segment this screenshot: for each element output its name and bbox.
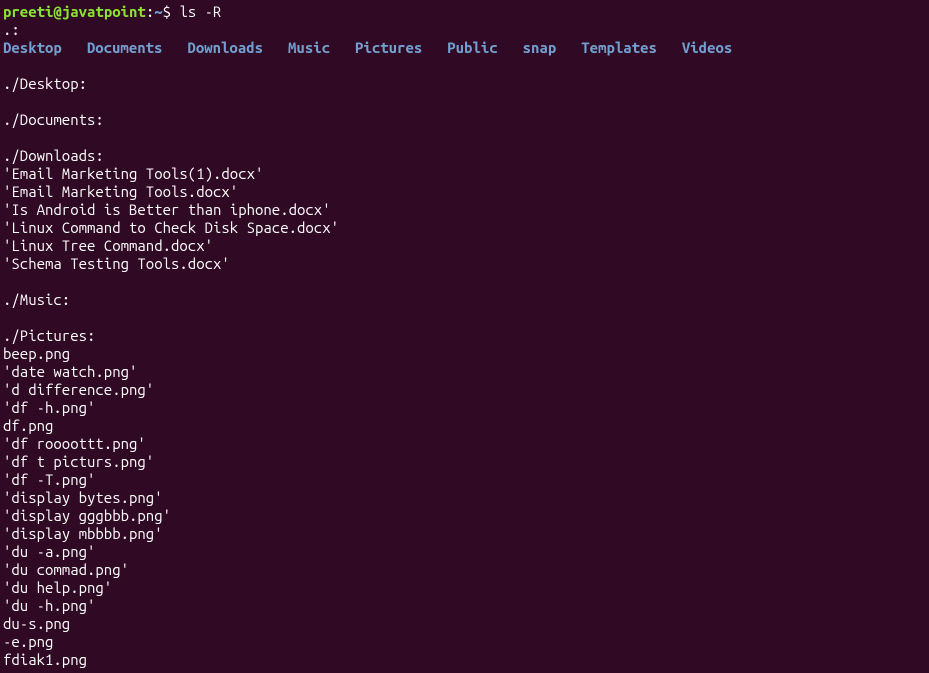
downloads-file: 'Email Marketing Tools.docx'	[3, 183, 926, 201]
prompt-path: ~	[154, 3, 162, 20]
blank-line	[3, 309, 926, 327]
dir-templates: Templates	[581, 39, 657, 56]
downloads-file: 'Email Marketing Tools(1).docx'	[3, 165, 926, 183]
terminal-output: preeti@javatpoint:~$ ls -R .: Desktop Doc…	[3, 3, 926, 669]
prompt-at: @	[53, 3, 61, 20]
downloads-file: 'Schema Testing Tools.docx'	[3, 255, 926, 273]
downloads-section-header: ./Downloads:	[3, 147, 926, 165]
pictures-file: fdiak1.png	[3, 651, 926, 669]
pictures-section-header: ./Pictures:	[3, 327, 926, 345]
pictures-file: 'df -T.png'	[3, 471, 926, 489]
downloads-file: 'Linux Command to Check Disk Space.docx'	[3, 219, 926, 237]
pictures-file: 'df -h.png'	[3, 399, 926, 417]
dir-documents: Documents	[87, 39, 163, 56]
prompt-line: preeti@javatpoint:~$ ls -R	[3, 3, 926, 21]
dir-desktop: Desktop	[3, 39, 62, 56]
documents-section-header: ./Documents:	[3, 111, 926, 129]
prompt-user: preeti	[3, 3, 53, 20]
dir-videos: Videos	[682, 39, 732, 56]
pictures-file: 'display bytes.png'	[3, 489, 926, 507]
dir-public: Public	[447, 39, 497, 56]
dir-pictures: Pictures	[355, 39, 422, 56]
pictures-file: 'du commad.png'	[3, 561, 926, 579]
root-section-header: .:	[3, 21, 926, 39]
pictures-file: 'du -h.png'	[3, 597, 926, 615]
pictures-file: du-s.png	[3, 615, 926, 633]
pictures-file: beep.png	[3, 345, 926, 363]
pictures-file: 'display mbbbb.png'	[3, 525, 926, 543]
dir-snap: snap	[523, 39, 557, 56]
blank-line	[3, 273, 926, 291]
prompt-colon: :	[146, 3, 154, 20]
pictures-file: 'df t picturs.png'	[3, 453, 926, 471]
pictures-file: 'df roooottt.png'	[3, 435, 926, 453]
dir-downloads: Downloads	[187, 39, 263, 56]
pictures-file: df.png	[3, 417, 926, 435]
blank-line	[3, 129, 926, 147]
desktop-section-header: ./Desktop:	[3, 75, 926, 93]
command-text: ls -R	[179, 3, 221, 20]
pictures-file: -e.png	[3, 633, 926, 651]
pictures-file: 'date watch.png'	[3, 363, 926, 381]
pictures-file: 'du help.png'	[3, 579, 926, 597]
blank-line	[3, 57, 926, 75]
pictures-file: 'du -a.png'	[3, 543, 926, 561]
dir-music: Music	[288, 39, 330, 56]
pictures-file: 'd difference.png'	[3, 381, 926, 399]
prompt-dollar: $	[163, 3, 171, 20]
prompt-host: javatpoint	[62, 3, 146, 20]
blank-line	[3, 93, 926, 111]
pictures-file: 'display gggbbb.png'	[3, 507, 926, 525]
music-section-header: ./Music:	[3, 291, 926, 309]
downloads-file: 'Is Android is Better than iphone.docx'	[3, 201, 926, 219]
root-dir-list: Desktop Documents Downloads Music Pictures Pu…	[3, 39, 926, 57]
downloads-file: 'Linux Tree Command.docx'	[3, 237, 926, 255]
